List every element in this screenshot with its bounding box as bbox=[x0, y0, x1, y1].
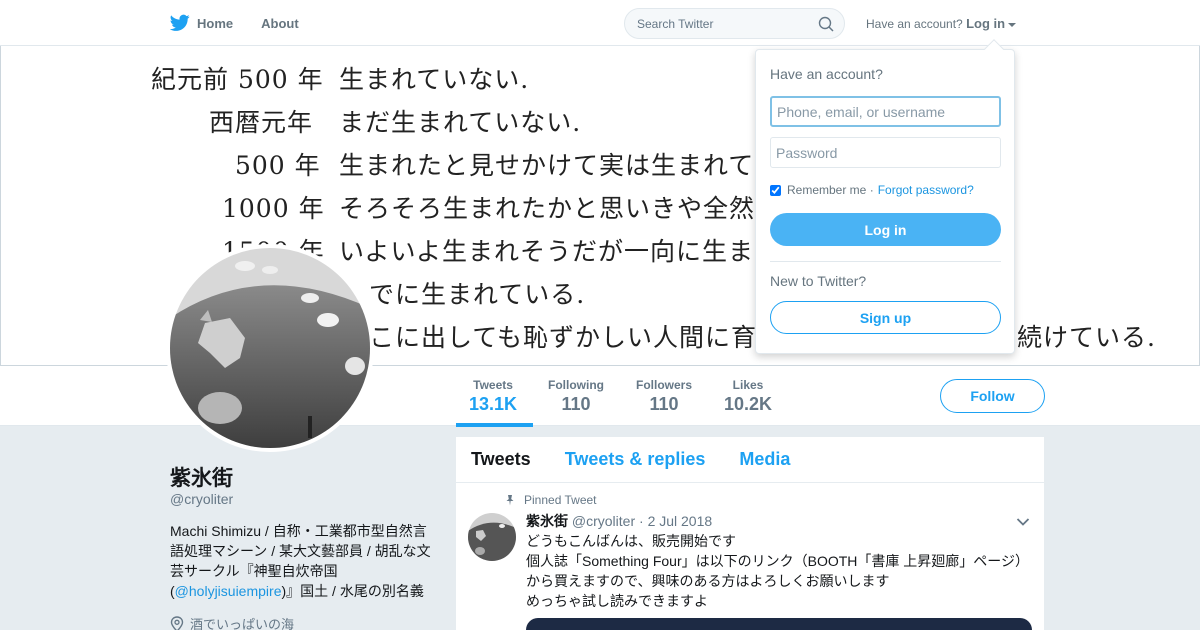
nav-home[interactable]: Home bbox=[170, 14, 233, 32]
profile-bio: Machi Shimizu / 自称・工業都市型自然言語処理マシーン / 某大文… bbox=[170, 521, 432, 601]
nav-about-label: About bbox=[261, 15, 299, 31]
bio-text-end: )』国土 / 水尾の別名義 bbox=[281, 583, 424, 599]
banner-text: いよいよ生まれそうだが一向に生ま bbox=[339, 237, 755, 266]
stat-likes[interactable]: Likes 10.2K bbox=[724, 378, 772, 415]
tab-media[interactable]: Media bbox=[739, 449, 790, 470]
twitter-bird-icon bbox=[170, 14, 190, 31]
caret-down-icon bbox=[1008, 22, 1017, 27]
pinned-label: Pinned Tweet bbox=[504, 493, 597, 507]
stat-followers[interactable]: Followers 110 bbox=[636, 378, 692, 415]
tweet-text: どうもこんばんは、販売開始です 個人誌「Something Four」は以下のリ… bbox=[526, 531, 1036, 611]
location-pin-icon bbox=[170, 615, 184, 630]
search-box bbox=[624, 8, 845, 39]
nav-home-label: Home bbox=[197, 15, 234, 31]
pinned-tweet[interactable]: Pinned Tweet 紫氷街 @cryoliter · 2 Jul 2018… bbox=[456, 483, 1044, 630]
remember-me-checkbox[interactable] bbox=[770, 184, 781, 196]
banner-year: 500 年 bbox=[235, 151, 321, 180]
banner-year: 1000 年 bbox=[222, 194, 325, 223]
chevron-down-icon[interactable] bbox=[1016, 517, 1030, 527]
profile-avatar[interactable] bbox=[166, 244, 374, 452]
bio-mention-link[interactable]: @holyjisuiempire bbox=[175, 583, 282, 599]
active-stat-indicator bbox=[456, 423, 533, 427]
banner-year: 西暦元年 bbox=[209, 108, 314, 137]
profile-handle[interactable]: @cryoliter bbox=[170, 491, 233, 507]
profile-location: 酒でいっぱいの海 bbox=[170, 614, 294, 630]
banner-text: そろそろ生まれたかと思いきや全然 bbox=[339, 194, 756, 223]
forgot-password-link[interactable]: Forgot password? bbox=[878, 183, 974, 197]
stat-label: Tweets bbox=[473, 378, 513, 392]
stat-value: 10.2K bbox=[724, 394, 773, 414]
stat-label: Followers bbox=[636, 378, 693, 392]
login-title: Have an account? bbox=[770, 66, 883, 82]
banner-year: 紀元前 500 年 bbox=[151, 65, 324, 94]
profile-name[interactable]: 紫氷街 bbox=[170, 462, 233, 492]
tweet-avatar-image bbox=[468, 513, 516, 561]
banner-text: こに出しても恥ずかしい人間に育 bbox=[369, 323, 758, 352]
stat-value: 110 bbox=[649, 394, 679, 414]
tab-tweets-and-replies[interactable]: Tweets & replies bbox=[565, 449, 706, 470]
avatar-image bbox=[170, 248, 370, 448]
search-icon[interactable] bbox=[818, 16, 834, 32]
timeline: Tweets Tweets & replies Media Pinned Twe… bbox=[456, 437, 1044, 630]
timeline-tabs: Tweets Tweets & replies Media bbox=[456, 437, 1044, 483]
login-menu-label[interactable]: Log in bbox=[966, 16, 1005, 31]
tweet-header: 紫氷街 @cryoliter · 2 Jul 2018 bbox=[526, 511, 712, 531]
dropdown-divider bbox=[770, 261, 1001, 262]
banner-text: 生まれていない. bbox=[339, 65, 530, 94]
pin-icon bbox=[506, 495, 514, 506]
top-navigation: Home About Have an account? Log in bbox=[0, 0, 1200, 46]
password-field[interactable] bbox=[770, 137, 1001, 168]
stat-tweets[interactable]: Tweets 13.1K bbox=[469, 378, 517, 415]
tweet-text-line: どうもこんばんは、販売開始です bbox=[526, 533, 736, 549]
new-to-twitter-prompt: New to Twitter? bbox=[770, 273, 867, 289]
banner-text: 生まれたと見せかけて実は生まれて bbox=[339, 151, 755, 180]
stat-following[interactable]: Following 110 bbox=[548, 378, 604, 415]
search-input[interactable] bbox=[625, 9, 805, 38]
tweet-avatar[interactable] bbox=[468, 513, 516, 561]
login-button[interactable]: Log in bbox=[770, 213, 1001, 246]
tweet-text-line: 個人誌「Something Four」は以下のリンク（BOOTH「書庫 上昇廻廊… bbox=[526, 553, 1029, 589]
tab-tweets[interactable]: Tweets bbox=[471, 449, 531, 470]
signup-button[interactable]: Sign up bbox=[770, 301, 1001, 334]
nav-left: Home About bbox=[170, 0, 327, 46]
banner-text: でに生まれている. bbox=[369, 280, 586, 309]
location-text: 酒でいっぱいの海 bbox=[190, 617, 295, 630]
login-dropdown: Have an account? Remember me · Forgot pa… bbox=[755, 39, 1015, 354]
account-prompt: Have an account? bbox=[866, 17, 963, 31]
follow-button[interactable]: Follow bbox=[940, 379, 1045, 413]
stat-value: 13.1K bbox=[469, 394, 518, 414]
remember-me-label[interactable]: Remember me bbox=[787, 183, 866, 197]
banner-text: 続けている. bbox=[1017, 323, 1156, 352]
tweet-media-preview[interactable] bbox=[526, 618, 1032, 630]
tweet-author-handle[interactable]: @cryoliter bbox=[572, 513, 635, 529]
stat-label: Likes bbox=[732, 378, 764, 392]
remember-row: Remember me · Forgot password? bbox=[770, 183, 974, 197]
tweet-author-name[interactable]: 紫氷街 bbox=[526, 513, 568, 529]
pinned-label-text: Pinned Tweet bbox=[524, 493, 597, 507]
tweet-separator: · bbox=[639, 513, 644, 529]
stat-value: 110 bbox=[561, 394, 591, 414]
account-menu[interactable]: Have an account? Log in bbox=[866, 16, 1017, 31]
stat-label: Following bbox=[548, 378, 604, 392]
nav-about[interactable]: About bbox=[261, 16, 299, 31]
banner-text: まだ生まれていない. bbox=[339, 108, 582, 137]
username-field[interactable] bbox=[770, 96, 1001, 127]
dog-and-sheep-photo bbox=[170, 248, 370, 448]
tweet-date[interactable]: 2 Jul 2018 bbox=[648, 513, 713, 529]
tweet-text-line: めっちゃ試し読みできますよ bbox=[526, 593, 708, 609]
